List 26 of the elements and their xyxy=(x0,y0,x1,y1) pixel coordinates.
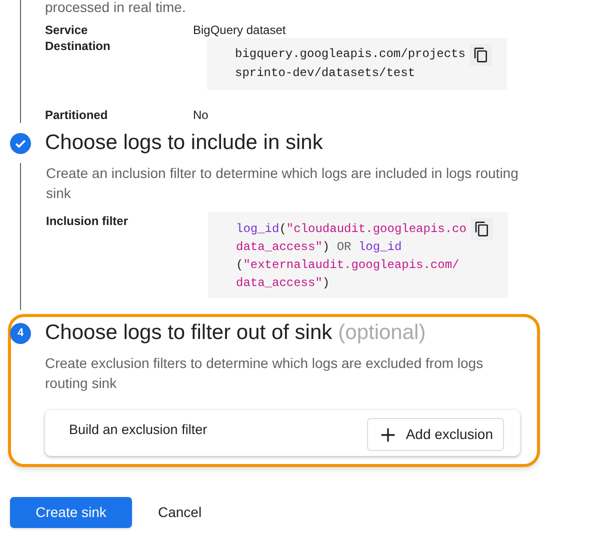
card-label: Build an exclusion filter xyxy=(69,420,208,439)
code-line: data_access") xyxy=(236,275,331,292)
field-value: BigQuery dataset xyxy=(193,22,286,38)
step-title: Choose logs to filter out of sink xyxy=(45,320,332,346)
step-number: 4 xyxy=(10,322,31,344)
cancel-button[interactable]: Cancel xyxy=(156,502,204,523)
copy-icon[interactable] xyxy=(470,44,492,66)
step-description: Create an inclusion filter to determine which logs are included in logs routing sink xyxy=(46,164,520,203)
create-sink-button[interactable]: Create sink xyxy=(10,497,132,528)
code-line: ("externalaudit.googleapis.com/ xyxy=(236,257,460,274)
optional-label: (optional) xyxy=(338,320,426,346)
field-label: Inclusion filter xyxy=(46,213,130,230)
code-line: log_id("cloudaudit.googleapis.co xyxy=(236,221,468,238)
code-line: bigquery.googleapis.com/projects xyxy=(235,46,466,63)
step-title: Choose logs to include in sink xyxy=(45,130,323,156)
field-label: Partitioned xyxy=(45,107,109,123)
step-description: Create exclusion filters to determine which logs are excluded from logs routing sink xyxy=(45,354,484,393)
field-value: No xyxy=(193,107,208,123)
code-line: sprinto-dev/datasets/test xyxy=(235,65,416,82)
field-label: Service xyxy=(45,22,89,38)
copy-icon[interactable] xyxy=(471,218,493,240)
description-text: processed in real time. xyxy=(45,0,187,14)
code-line: data_access") OR log_id xyxy=(236,239,403,256)
field-label: Destination xyxy=(45,38,112,55)
add-exclusion-button[interactable]: Add exclusion xyxy=(366,418,504,451)
check-icon xyxy=(10,132,31,154)
